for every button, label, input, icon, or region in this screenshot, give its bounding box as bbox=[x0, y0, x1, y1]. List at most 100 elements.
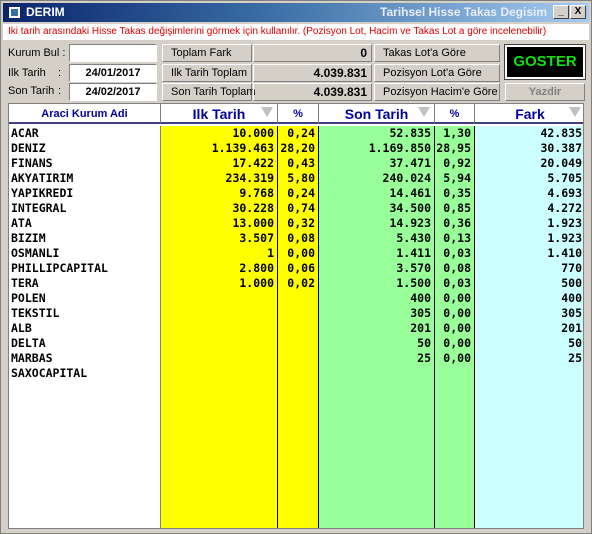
cell-ilk-pct: 0,24 bbox=[287, 186, 315, 200]
header-ilk-pct[interactable]: % bbox=[278, 104, 319, 124]
yazdir-button[interactable]: Yazdir bbox=[505, 83, 585, 101]
kurum-name-cell[interactable]: PHILLIPCAPITAL bbox=[11, 261, 108, 276]
kurum-name-cell[interactable]: DELTA bbox=[11, 336, 46, 351]
takas-grid[interactable]: Araci Kurum Adi Ilk Tarih % Son Tarih % … bbox=[8, 103, 584, 529]
cell-fark bbox=[475, 366, 582, 381]
son-tarih-field[interactable]: 24/02/2017 bbox=[69, 83, 157, 101]
cell-son: 5.430 bbox=[396, 231, 431, 245]
cell-ilk-pct bbox=[278, 351, 315, 366]
cell-ilk-pct bbox=[278, 336, 315, 351]
sort-arrow-icon bbox=[418, 107, 430, 117]
cell-son-pct: 0,00 bbox=[443, 321, 471, 335]
cell-fark: 770 bbox=[561, 261, 582, 275]
cell-son: 3.570 bbox=[396, 261, 431, 275]
takas-lot-option[interactable]: Takas Lot'a Göre bbox=[374, 44, 500, 62]
header-son-label: Son Tarih bbox=[344, 106, 409, 122]
cell-son-pct: 0,35 bbox=[443, 186, 471, 200]
app-title: DERIM bbox=[26, 5, 65, 19]
form-title: Tarihsel Hisse Takas Degisim bbox=[380, 5, 547, 19]
header-fark-label: Fark bbox=[515, 106, 545, 122]
app-icon bbox=[8, 6, 21, 19]
cell-son-pct: 0,03 bbox=[443, 246, 471, 260]
cell-fark: 305 bbox=[561, 306, 582, 320]
cell-ilk-pct: 0,74 bbox=[287, 201, 315, 215]
column-ilk-pct: 0,24 28,20 0,43 5,80 0,24 0,74 0,32 0,08 0,00 0,0… bbox=[278, 126, 319, 528]
son-toplam-value: 4.039.831 bbox=[253, 83, 372, 101]
kurum-search-input[interactable] bbox=[69, 44, 157, 62]
kurum-name-cell[interactable]: BIZIM bbox=[11, 231, 46, 246]
cell-son: 400 bbox=[410, 291, 431, 305]
header-fark[interactable]: Fark bbox=[475, 104, 583, 124]
kurum-name-cell[interactable]: AKYATIRIM bbox=[11, 171, 73, 186]
kurum-bul-label: Kurum Bul : bbox=[8, 47, 66, 59]
cell-fark: 500 bbox=[561, 276, 582, 290]
cell-ilk: 1 bbox=[267, 246, 274, 260]
cell-son: 34.500 bbox=[389, 201, 431, 215]
minimize-button[interactable]: _ bbox=[553, 5, 569, 19]
cell-son: 50 bbox=[417, 336, 431, 350]
kurum-name-cell[interactable]: ATA bbox=[11, 216, 32, 231]
kurum-name-cell[interactable]: FINANS bbox=[11, 156, 53, 171]
title-bar[interactable]: DERIM Tarihsel Hisse Takas Degisim _ X bbox=[3, 3, 589, 22]
cell-ilk bbox=[161, 336, 274, 351]
cell-son-pct: 0,08 bbox=[443, 261, 471, 275]
cell-ilk: 10.000 bbox=[232, 126, 274, 140]
cell-fark: 4.272 bbox=[547, 201, 582, 215]
toplam-fark-label: Toplam Fark bbox=[162, 44, 252, 62]
kurum-name-cell[interactable]: SAXOCAPITAL bbox=[11, 366, 87, 381]
cell-son-pct: 0,00 bbox=[443, 306, 471, 320]
cell-ilk: 30.228 bbox=[232, 201, 274, 215]
header-son-tarih[interactable]: Son Tarih bbox=[319, 104, 435, 124]
kurum-name-cell[interactable]: POLEN bbox=[11, 291, 46, 306]
cell-son-pct: 0,00 bbox=[443, 291, 471, 305]
kurum-name-cell[interactable]: TERA bbox=[11, 276, 39, 291]
cell-ilk bbox=[161, 306, 274, 321]
kurum-name-cell[interactable]: MARBAS bbox=[11, 351, 53, 366]
header-kurum[interactable]: Araci Kurum Adi bbox=[9, 104, 161, 124]
goster-button[interactable]: GOSTER bbox=[504, 44, 586, 80]
close-button[interactable]: X bbox=[570, 5, 586, 19]
cell-son: 1.411 bbox=[396, 246, 431, 260]
kurum-name-cell[interactable]: YAPIKREDI bbox=[11, 186, 73, 201]
kurum-name-cell[interactable]: INTEGRAL bbox=[11, 201, 66, 216]
pozisyon-lot-option[interactable]: Pozisyon Lot'a Göre bbox=[374, 64, 500, 82]
kurum-name-cell[interactable]: DENIZ bbox=[11, 141, 46, 156]
cell-fark: 1.923 bbox=[547, 216, 582, 230]
cell-son: 305 bbox=[410, 306, 431, 320]
header-son-pct[interactable]: % bbox=[435, 104, 475, 124]
kurum-name-cell[interactable]: ACAR bbox=[11, 126, 39, 141]
cell-ilk: 9.768 bbox=[239, 186, 274, 200]
cell-fark: 1.923 bbox=[547, 231, 582, 245]
cell-fark: 5.705 bbox=[547, 171, 582, 185]
cell-son bbox=[319, 366, 431, 381]
son-tarih-label: Son Tarih bbox=[8, 85, 55, 97]
header-kurum-label: Araci Kurum Adi bbox=[41, 108, 128, 120]
cell-ilk: 3.507 bbox=[239, 231, 274, 245]
cell-son: 52.835 bbox=[389, 126, 431, 140]
cell-fark: 30.387 bbox=[540, 141, 582, 155]
pozisyon-hacim-option[interactable]: Pozisyon Hacim'e Göre bbox=[374, 83, 500, 101]
header-ilk-tarih[interactable]: Ilk Tarih bbox=[161, 104, 278, 124]
cell-son-pct bbox=[435, 366, 471, 381]
info-text: Iki tarih arasındaki Hisse Takas değişim… bbox=[3, 24, 589, 40]
son-tarih-colon: : bbox=[58, 85, 62, 97]
cell-son-pct: 0,03 bbox=[443, 276, 471, 290]
ilk-toplam-value: 4.039.831 bbox=[253, 64, 372, 82]
column-ilk: 10.000 1.139.463 17.422 234.319 9.768 30.228 1… bbox=[161, 126, 278, 528]
kurum-name-cell[interactable]: ALB bbox=[11, 321, 32, 336]
header-son-pct-label: % bbox=[449, 108, 460, 120]
cell-son-pct: 0,00 bbox=[443, 351, 471, 365]
cell-son: 14.923 bbox=[389, 216, 431, 230]
cell-fark: 4.693 bbox=[547, 186, 582, 200]
column-fark: 42.835 30.387 20.049 5.705 4.693 4.272 1.923 1.… bbox=[475, 126, 583, 528]
kurum-name-cell[interactable]: OSMANLI bbox=[11, 246, 59, 261]
cell-son: 14.461 bbox=[389, 186, 431, 200]
cell-fark: 42.835 bbox=[540, 126, 582, 140]
kurum-name-cell[interactable]: TEKSTIL bbox=[11, 306, 59, 321]
ilk-tarih-field[interactable]: 24/01/2017 bbox=[69, 64, 157, 82]
cell-son: 1.169.850 bbox=[368, 141, 431, 155]
cell-ilk-pct: 0,24 bbox=[287, 126, 315, 140]
cell-son-pct: 0,36 bbox=[443, 216, 471, 230]
cell-ilk bbox=[161, 321, 274, 336]
cell-son: 25 bbox=[417, 351, 431, 365]
